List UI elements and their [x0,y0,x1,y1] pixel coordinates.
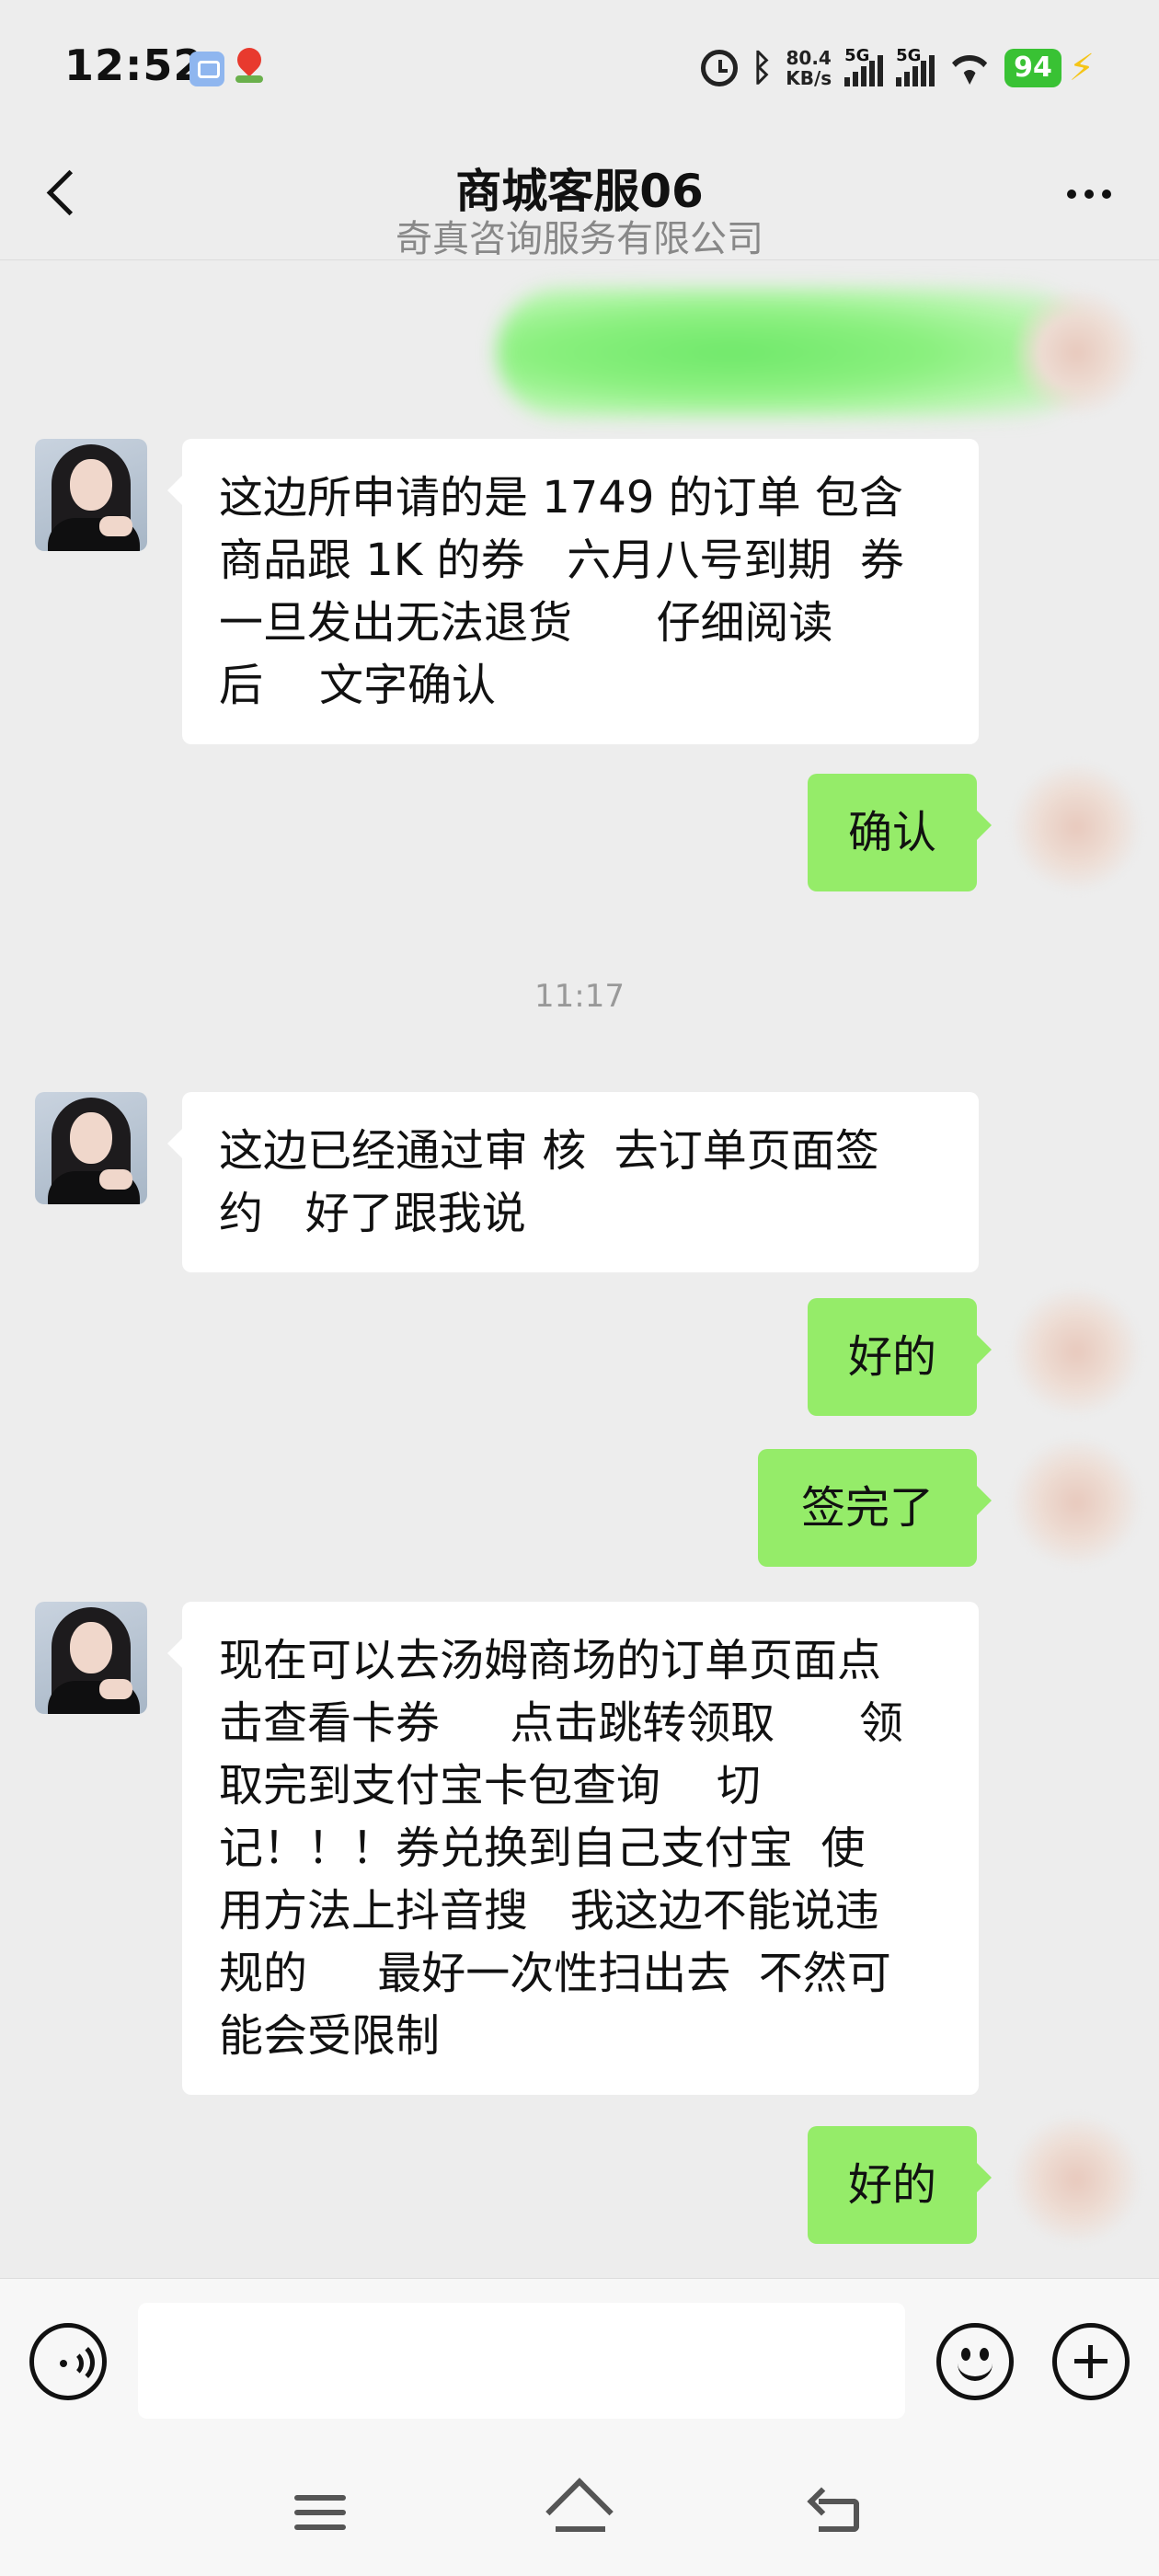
net-speed: 80.4 KB/s [786,48,832,88]
message-text-line: 用方法上抖音搜 我这边不能说违 [219,1885,879,1937]
message-text-line: 商品跟 1K 的券 六月八号到期 券 [219,535,904,586]
message-text-line: 后 文字确认 [219,660,497,711]
more-actions-button[interactable] [1052,2323,1130,2400]
status-bar: 12:52 ᛒ 80.4 KB/s 5G 5G 94 ⚡ [0,0,1159,138]
chat-header: 商城客服06 奇真咨询服务有限公司 [0,138,1159,260]
my-avatar-blurred[interactable] [1012,1438,1141,1567]
my-avatar-blurred[interactable] [1012,1287,1141,1416]
my-avatar-blurred[interactable] [1012,288,1141,417]
message-text-line: 一旦发出无法退货 仔细阅读 [219,597,833,649]
sent-message-bubble[interactable]: 确认 [808,774,992,891]
message-text-line: 记！！！券兑换到自己支付宝 使 [219,1823,866,1874]
agent-avatar[interactable] [35,1602,147,1714]
received-message-bubble[interactable]: 现在可以去汤姆商场的订单页面点 击查看卡券 点击跳转领取 领 取完到支付宝卡包查… [167,1602,979,2095]
received-message-bubble[interactable]: 这边已经通过审 核 去订单页面签 约 好了跟我说 [167,1092,979,1272]
status-icons: ᛒ 80.4 KB/s 5G 5G 94 ⚡ [701,42,1095,94]
message-text-line: 这边已经通过审 核 去订单页面签 [219,1125,879,1177]
message-text-line: 规的 最好一次性扫出去 不然可 [219,1948,891,1999]
sent-message-bubble[interactable]: 好的 [808,1298,992,1416]
sim1-label: 5G [844,46,870,65]
message-text: 好的 [847,1331,936,1383]
alarm-icon [701,50,739,86]
app-notification-icon [189,52,224,86]
my-avatar-blurred[interactable] [1012,763,1141,891]
more-dots-icon [1067,190,1076,199]
menu-icon[interactable] [294,2491,350,2534]
blurred-message-bubble [497,288,1085,417]
message-text: 确认 [847,807,936,858]
agent-avatar[interactable] [35,1092,147,1204]
signal-icon-2: 5G [896,46,935,86]
emoji-button[interactable] [936,2323,1014,2400]
battery-icon: 94 [1004,49,1061,87]
message-text: 好的 [847,2159,936,2211]
home-icon[interactable] [545,2478,614,2546]
message-text-line: 约 好了跟我说 [219,1188,526,1239]
message-text-line: 现在可以去汤姆商场的订单页面点 [219,1635,882,1686]
message-text-line: 击查看卡券 点击跳转领取 领 [219,1697,903,1749]
message-text-line: 取完到支付宝卡包查询 切 [219,1760,762,1811]
voice-input-button[interactable] [29,2323,107,2400]
wifi-icon [947,50,992,86]
sent-message-bubble[interactable]: 签完了 [758,1449,992,1567]
map-notification-icon [232,42,267,86]
message-text-line: 能会受限制 [219,2010,441,2062]
sim2-label: 5G [896,46,922,65]
message-timestamp: 11:17 [534,978,625,1015]
emoji-icon [961,2348,970,2361]
signal-icon: 5G [844,46,884,86]
system-nav-bar [0,2444,1159,2576]
message-input-bar [0,2278,1159,2444]
more-options-button[interactable] [1052,171,1126,217]
chat-subtitle: 奇真咨询服务有限公司 [396,218,763,260]
back-icon[interactable] [807,2487,865,2536]
message-input[interactable] [138,2303,905,2419]
net-speed-value: 80.4 [786,47,832,69]
message-text: 签完了 [800,1482,934,1534]
bluetooth-icon: ᛒ [751,47,774,89]
chat-title: 商城客服06 [455,165,704,218]
sent-message-bubble[interactable]: 好的 [808,2126,992,2244]
received-message-bubble[interactable]: 这边所申请的是 1749 的订单 包含 商品跟 1K 的券 六月八号到期 券 一… [167,439,979,744]
status-time: 12:52 [64,40,204,90]
charging-icon: ⚡ [1068,47,1095,89]
chat-message-list[interactable]: 这边所申请的是 1749 的订单 包含 商品跟 1K 的券 六月八号到期 券 一… [0,260,1159,2277]
message-text-line: 这边所申请的是 1749 的订单 包含 [219,472,903,523]
net-speed-unit: KB/s [786,67,832,89]
agent-avatar[interactable] [35,439,147,551]
my-avatar-blurred[interactable] [1012,2115,1141,2244]
